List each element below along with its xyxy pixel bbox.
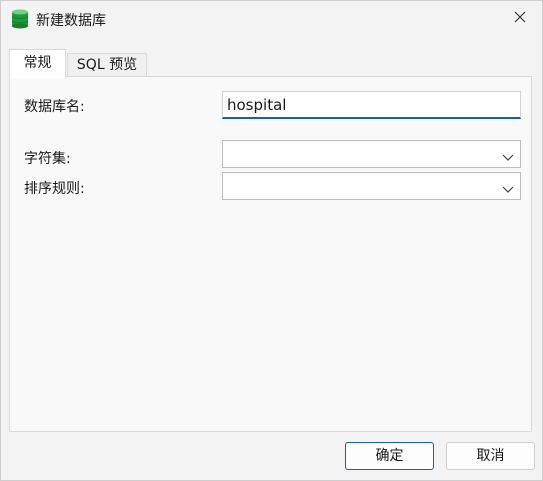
collation-label: 排序规则:: [24, 181, 85, 197]
tab-sql-preview[interactable]: SQL 预览: [67, 53, 147, 77]
db-name-label: 数据库名:: [24, 99, 85, 115]
general-panel: 数据库名: hospital 字符集: 排序规则:: [9, 76, 532, 432]
chevron-down-icon: [502, 149, 514, 161]
close-button[interactable]: [498, 1, 542, 37]
db-name-input[interactable]: hospital: [222, 91, 521, 119]
charset-select[interactable]: [222, 140, 521, 168]
database-icon: [11, 9, 29, 29]
collation-select[interactable]: [222, 172, 521, 200]
close-icon: [514, 11, 526, 27]
tab-general[interactable]: 常规: [9, 49, 66, 78]
new-database-dialog: 新建数据库 常规 SQL 预览 数据库名: hospital 字符集: 排序规则…: [0, 0, 543, 481]
ok-button[interactable]: 确定: [345, 442, 434, 470]
cancel-button[interactable]: 取消: [446, 442, 535, 470]
charset-label: 字符集:: [24, 151, 71, 167]
title-bar: 新建数据库: [1, 1, 542, 39]
chevron-down-icon: [502, 181, 514, 193]
dialog-title: 新建数据库: [36, 13, 106, 29]
